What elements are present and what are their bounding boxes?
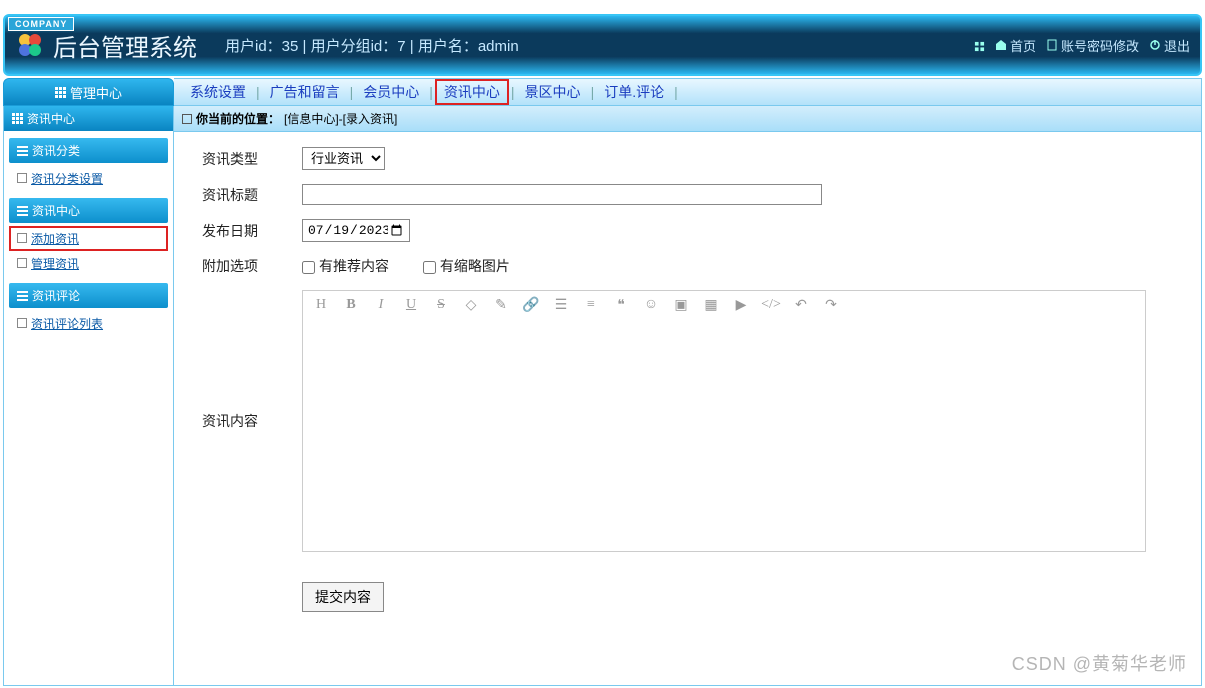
redo-icon[interactable]: ↷ [823, 297, 839, 313]
thumbnail-checkbox-label[interactable]: 有缩略图片 [423, 258, 510, 274]
company-tag: COMPANY [8, 17, 74, 31]
topnav-item-1[interactable]: 广告和留言 [262, 80, 348, 104]
user-info: 用户id：35 | 用户分组id：7 | 用户名：admin [225, 35, 519, 56]
date-input[interactable] [302, 219, 410, 242]
apps-icon[interactable] [974, 40, 985, 51]
breadcrumb: 你当前的位置：[信息中心]-[录入资讯] [174, 106, 1201, 132]
separator: | [256, 84, 260, 100]
home-link[interactable]: 首页 [995, 36, 1036, 55]
recommend-checkbox-label[interactable]: 有推荐内容 [302, 258, 389, 274]
align-icon[interactable]: ≡ [583, 297, 599, 313]
sidebar: 资讯中心 资讯分类资讯分类设置资讯中心添加资讯管理资讯资讯评论资讯评论列表 [3, 106, 174, 686]
list-icon [17, 291, 28, 301]
emoji-icon[interactable]: ☺ [643, 297, 659, 313]
list-icon[interactable]: ☰ [553, 297, 569, 313]
password-link[interactable]: 账号密码修改 [1046, 36, 1139, 55]
thumbnail-checkbox[interactable] [423, 261, 436, 274]
topnav-item-2[interactable]: 会员中心 [355, 80, 427, 104]
italic-icon[interactable]: I [373, 297, 389, 313]
topbar-left: 管理中心 [3, 78, 174, 106]
topnav-item-3[interactable]: 资讯中心 [435, 79, 509, 105]
separator: | [674, 84, 678, 100]
type-label: 资讯类型 [194, 140, 294, 177]
title-label: 资讯标题 [194, 177, 294, 212]
app-title: 后台管理系统 [53, 28, 197, 63]
doc-icon [1046, 39, 1058, 51]
sidebar-section-head: 资讯分类 [9, 138, 168, 163]
header: 后台管理系统 用户id：35 | 用户分组id：7 | 用户名：admin 首页… [3, 14, 1202, 76]
strike-icon[interactable]: S [433, 297, 449, 313]
brush-icon[interactable]: ✎ [493, 297, 509, 313]
topnav-item-4[interactable]: 景区中心 [517, 80, 589, 104]
date-label: 发布日期 [194, 212, 294, 249]
bold-icon[interactable]: B [343, 297, 359, 313]
separator: | [511, 84, 515, 100]
sidebar-item-2-0[interactable]: 资讯评论列表 [9, 311, 168, 336]
image-icon[interactable]: ▣ [673, 297, 689, 313]
table-icon[interactable]: ▦ [703, 297, 719, 313]
sidebar-section-head: 资讯评论 [9, 283, 168, 308]
list-icon [17, 146, 28, 156]
separator: | [591, 84, 595, 100]
separator: | [350, 84, 354, 100]
logo-icon [15, 30, 45, 60]
page-icon [182, 114, 192, 124]
sidebar-item-0-0[interactable]: 资讯分类设置 [9, 166, 168, 191]
topbar: 管理中心 系统设置 | 广告和留言 | 会员中心 | 资讯中心 | 景区中心 |… [3, 78, 1202, 106]
recommend-checkbox[interactable] [302, 261, 315, 274]
logout-link[interactable]: 退出 [1149, 36, 1190, 55]
power-icon [1149, 39, 1161, 51]
code-icon[interactable]: </> [763, 297, 779, 313]
list-icon [17, 206, 28, 216]
topnav-item-5[interactable]: 订单.评论 [596, 80, 672, 104]
link-icon[interactable]: 🔗 [523, 297, 539, 313]
grid-icon [55, 87, 66, 98]
title-input[interactable] [302, 184, 822, 205]
extra-label: 附加选项 [194, 249, 294, 283]
sidebar-item-1-0[interactable]: 添加资讯 [9, 226, 168, 251]
rich-editor: H B I U S ◇ ✎ 🔗 ☰ ≡ ❝ ☺ [302, 290, 1146, 552]
content-label: 资讯内容 [194, 283, 294, 559]
content: 你当前的位置：[信息中心]-[录入资讯] 资讯类型 行业资讯 资讯标题 发布日期… [174, 106, 1202, 686]
form-table: 资讯类型 行业资讯 资讯标题 发布日期 附加选项 有推荐内容 有缩略图片 [194, 140, 1181, 619]
submit-button[interactable]: 提交内容 [302, 582, 384, 612]
video-icon[interactable]: ▶ [733, 297, 749, 313]
editor-body[interactable] [303, 319, 1145, 551]
sidebar-item-1-1[interactable]: 管理资讯 [9, 251, 168, 276]
underline-icon[interactable]: U [403, 297, 419, 313]
grid-icon [12, 113, 23, 124]
quote-icon[interactable]: ❝ [613, 297, 629, 313]
sidebar-head: 资讯中心 [4, 106, 173, 131]
home-icon [995, 39, 1007, 51]
separator: | [429, 84, 433, 100]
undo-icon[interactable]: ↶ [793, 297, 809, 313]
topnav: 系统设置 | 广告和留言 | 会员中心 | 资讯中心 | 景区中心 | 订单.评… [174, 78, 1202, 106]
heading-icon[interactable]: H [313, 297, 329, 313]
editor-toolbar: H B I U S ◇ ✎ 🔗 ☰ ≡ ❝ ☺ [303, 291, 1145, 319]
sidebar-section-head: 资讯中心 [9, 198, 168, 223]
topnav-item-0[interactable]: 系统设置 [182, 80, 254, 104]
type-select[interactable]: 行业资讯 [302, 147, 385, 170]
eraser-icon[interactable]: ◇ [463, 297, 479, 313]
